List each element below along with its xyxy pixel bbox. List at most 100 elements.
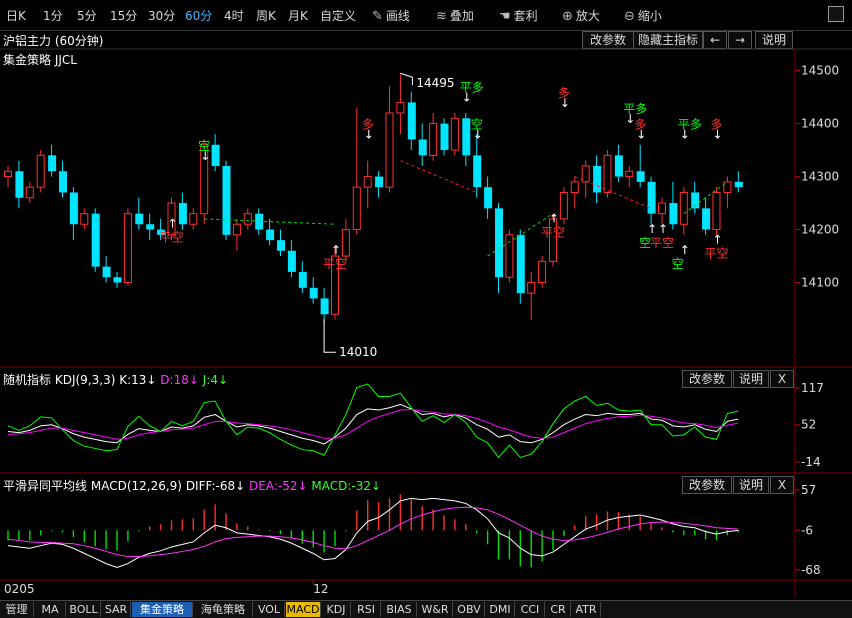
indicator-tab[interactable]: RSI bbox=[352, 602, 381, 617]
candle-body bbox=[80, 213, 89, 225]
candle-body bbox=[440, 123, 449, 151]
indicator-tab[interactable]: 管理 bbox=[0, 602, 34, 617]
indicator-tab[interactable]: DMI bbox=[486, 602, 515, 617]
indicator-tab[interactable]: ATR bbox=[572, 602, 601, 617]
candle-body bbox=[538, 260, 547, 284]
macd-tick-label: -6 bbox=[801, 523, 813, 537]
candle-body bbox=[298, 271, 307, 288]
candle-body bbox=[462, 118, 471, 156]
candle-body bbox=[625, 170, 634, 178]
candle-body bbox=[429, 123, 438, 156]
candle-body bbox=[385, 112, 394, 188]
candle-body bbox=[36, 154, 45, 188]
indicator-tab[interactable]: KDJ bbox=[322, 602, 351, 617]
candle-body bbox=[25, 186, 34, 199]
candle-body bbox=[473, 155, 482, 188]
signal-arrow-up: ↑ bbox=[658, 222, 668, 236]
candle-body bbox=[495, 208, 503, 278]
macd-tick-label: 57 bbox=[801, 483, 816, 497]
trade-signal-label: 平空 bbox=[705, 247, 729, 261]
trade-signal-label: 多 bbox=[362, 118, 374, 132]
kdj-tick-label: 52 bbox=[801, 418, 816, 432]
price-tick-label: 14500 bbox=[801, 64, 839, 78]
signal-arrow-up: ↑ bbox=[549, 211, 559, 225]
trade-signal-label: 平多 bbox=[678, 118, 702, 132]
candle-body bbox=[146, 224, 155, 230]
indicator-tab[interactable]: 海龟策略 bbox=[194, 602, 253, 617]
indicator-tab[interactable]: VOL bbox=[254, 602, 285, 617]
candle-body bbox=[614, 155, 623, 177]
candle-body bbox=[734, 181, 743, 188]
trade-signal-label: 多 bbox=[634, 118, 646, 132]
price-tick-label: 14100 bbox=[801, 276, 839, 290]
high-marker bbox=[400, 72, 413, 86]
candle-body bbox=[48, 155, 57, 172]
candle-body bbox=[178, 203, 187, 225]
indicator-tab[interactable]: MACD bbox=[286, 602, 321, 617]
candle-body bbox=[679, 191, 688, 225]
indicator-tab[interactable]: CR bbox=[546, 602, 571, 617]
x-axis-date-label: 0205 bbox=[4, 582, 35, 596]
candle-body bbox=[581, 165, 590, 183]
candle-body bbox=[559, 191, 568, 220]
price-tick-label: 14200 bbox=[801, 223, 839, 237]
candle-body bbox=[222, 165, 231, 235]
candle-body bbox=[603, 154, 612, 193]
macd-tick-label: -68 bbox=[801, 563, 821, 577]
candle-body bbox=[352, 186, 361, 231]
signal-arrow-up: ↑ bbox=[713, 233, 723, 247]
trade-signal-label: 多 bbox=[558, 86, 570, 100]
signal-arrow-up: ↑ bbox=[168, 217, 178, 231]
trade-signal-label: 平空 bbox=[650, 236, 674, 250]
candle-body bbox=[320, 298, 329, 315]
indicator-tab[interactable]: SAR bbox=[102, 602, 131, 617]
indicator-tab[interactable]: W&R bbox=[418, 602, 453, 617]
candle-body bbox=[4, 170, 12, 178]
x-axis-date-label: 12 bbox=[313, 582, 328, 596]
chart-canvas[interactable]: 14500144001430014200141001449514010↑平空↓空… bbox=[0, 0, 852, 617]
candle-body bbox=[243, 213, 252, 225]
price-tick-label: 14400 bbox=[801, 117, 839, 131]
indicator-tab[interactable]: MA bbox=[35, 602, 66, 617]
candle-body bbox=[450, 117, 459, 151]
candle-body bbox=[570, 181, 579, 193]
candle-body bbox=[407, 102, 416, 140]
kdj-j-line bbox=[7, 383, 739, 459]
candle-body bbox=[375, 176, 384, 188]
candle-body bbox=[309, 287, 318, 299]
signal-arrow-up: ↑ bbox=[647, 222, 657, 236]
kdj-tick-label: 117 bbox=[801, 381, 824, 395]
candle-body bbox=[702, 208, 711, 230]
indicator-tab[interactable]: OBV bbox=[454, 602, 485, 617]
candle-body bbox=[636, 171, 645, 182]
candle-body bbox=[658, 202, 666, 215]
candle-body bbox=[277, 240, 285, 251]
trade-signal-label: 空 bbox=[471, 118, 483, 132]
trade-signal-label: 平多 bbox=[460, 81, 484, 95]
indicator-tab[interactable]: BIAS bbox=[382, 602, 417, 617]
indicator-tab[interactable]: BOLL bbox=[67, 602, 101, 617]
candle-body bbox=[102, 266, 111, 278]
candle-body bbox=[287, 250, 296, 272]
price-tick-label: 14300 bbox=[801, 170, 839, 184]
trade-signal-label: 平多 bbox=[623, 102, 647, 116]
high-price-label: 14495 bbox=[416, 76, 454, 90]
candle-body bbox=[135, 213, 144, 225]
trade-signal-label: 平空 bbox=[323, 257, 347, 271]
candle-body bbox=[15, 171, 24, 198]
candle-body bbox=[266, 229, 275, 241]
indicator-tab[interactable]: 集金策略 bbox=[132, 602, 193, 617]
candle-body bbox=[418, 139, 427, 156]
candle-body bbox=[189, 213, 198, 225]
candle-body bbox=[669, 203, 678, 225]
kdj-d-line bbox=[7, 408, 739, 440]
low-marker bbox=[323, 319, 337, 353]
trade-signal-label: 多 bbox=[711, 118, 723, 132]
signal-arrow-up: ↑ bbox=[331, 243, 341, 257]
trade-signal-label: 平空 bbox=[541, 225, 565, 239]
trade-signal-label: 空 bbox=[672, 257, 684, 271]
candle-body bbox=[484, 187, 493, 209]
indicator-tab[interactable]: CCI bbox=[516, 602, 545, 617]
candle-body bbox=[396, 101, 405, 114]
candle-body bbox=[516, 234, 525, 294]
